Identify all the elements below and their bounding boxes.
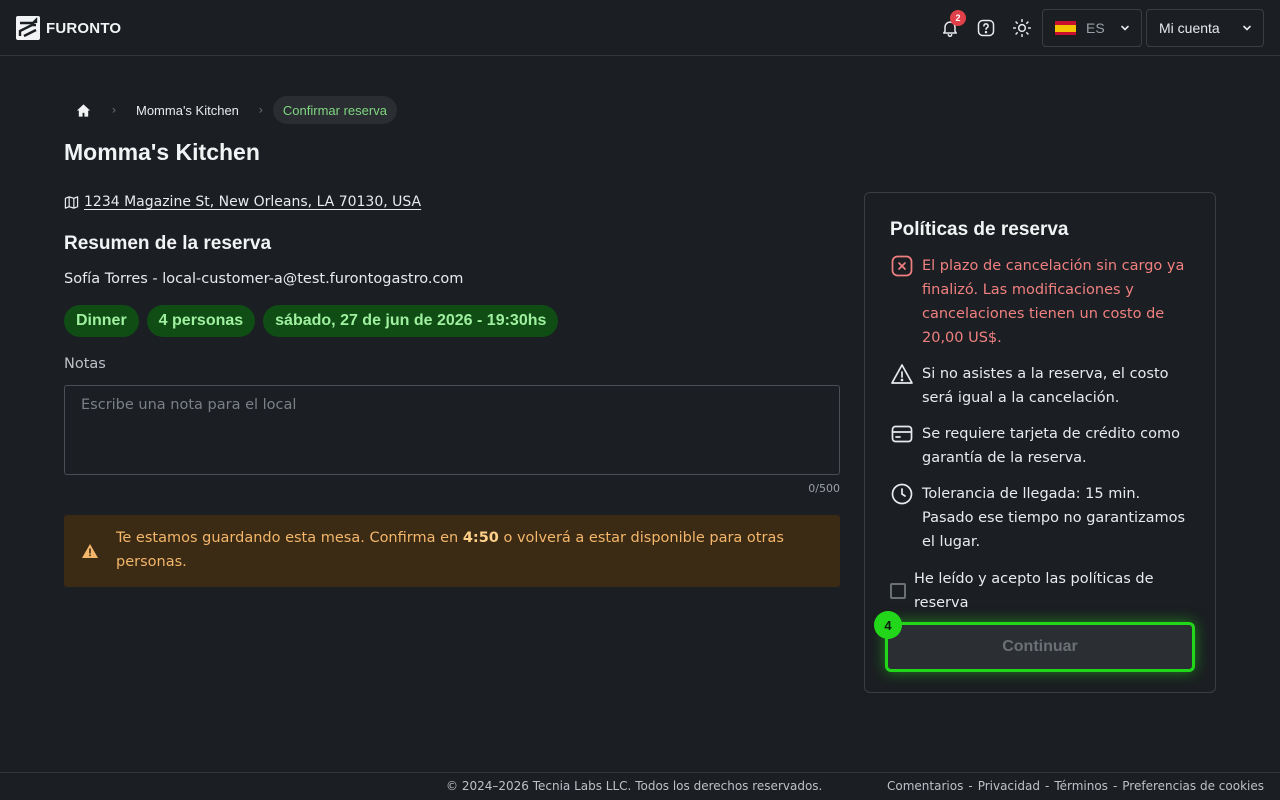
- language-code: ES: [1086, 20, 1105, 36]
- logo[interactable]: FURONTO: [16, 16, 121, 40]
- chevron-down-icon: [1121, 25, 1129, 31]
- logo-text: FURONTO: [46, 19, 122, 37]
- notifications-button[interactable]: 2: [938, 10, 966, 40]
- theme-toggle[interactable]: [1010, 16, 1034, 40]
- warning-icon: [891, 364, 913, 384]
- clock-icon: [891, 483, 913, 505]
- chip-party-size: 4 personas: [146, 305, 256, 337]
- credit-card-icon: [891, 425, 913, 443]
- policy-text: Si no asistes a la reserva, el costo ser…: [922, 366, 1169, 406]
- accept-policies[interactable]: He leído y acepto las políticas de reser…: [890, 567, 1184, 615]
- summary-title: Resumen de la reserva: [64, 233, 272, 254]
- breadcrumb-separator: ›: [111, 103, 117, 117]
- policy-arrival-tolerance: Tolerancia de llegada: 15 min. Pasado es…: [890, 482, 1188, 554]
- help-icon: [977, 19, 995, 37]
- account-menu-button[interactable]: Mi cuenta: [1146, 9, 1264, 47]
- reservation-chips: Dinner 4 personas sábado, 27 de jun de 2…: [64, 305, 559, 337]
- footer-separator: -: [1112, 779, 1118, 793]
- hold-timer-alert: Te estamos guardando esta mesa. Confirma…: [64, 515, 840, 587]
- footer-link-terms[interactable]: Términos: [1054, 779, 1108, 793]
- breadcrumb: › Momma's Kitchen › Confirmar reserva: [64, 96, 397, 124]
- policy-no-show: Si no asistes a la reserva, el costo ser…: [890, 362, 1188, 410]
- countdown: 4:50: [462, 530, 499, 546]
- policy-text: Tolerancia de llegada: 15 min. Pasado es…: [922, 486, 1186, 550]
- address-link[interactable]: 1234 Magazine St, New Orleans, LA 70130,…: [84, 194, 421, 210]
- accept-checkbox[interactable]: [890, 583, 906, 599]
- spain-flag-icon: [1055, 21, 1076, 35]
- copyright: © 2024–2026 Tecnia Labs LLC. Todos los d…: [446, 779, 823, 793]
- breadcrumb-home[interactable]: [64, 96, 102, 124]
- policy-credit-card: Se requiere tarjeta de crédito como gara…: [890, 422, 1188, 470]
- footer-link-cookies[interactable]: Preferencias de cookies: [1122, 779, 1264, 793]
- footer: © 2024–2026 Tecnia Labs LLC. Todos los d…: [0, 772, 1280, 800]
- notes-input[interactable]: [64, 385, 840, 475]
- notes-label: Notas: [64, 356, 106, 372]
- footer-separator: -: [968, 779, 973, 793]
- page-title: Momma's Kitchen: [64, 139, 260, 165]
- policies-card: Políticas de reserva El plazo de cancela…: [864, 192, 1216, 693]
- map-icon: [64, 195, 79, 209]
- x-circle-icon: [891, 255, 913, 277]
- footer-link-privacy[interactable]: Privacidad: [978, 779, 1040, 793]
- step-badge: 4: [874, 611, 902, 639]
- sun-icon: [1012, 18, 1032, 38]
- policy-text: El plazo de cancelación sin cargo ya fin…: [922, 258, 1185, 346]
- breadcrumb-current: Confirmar reserva: [272, 96, 397, 124]
- logo-icon: [16, 16, 40, 40]
- policy-text: Se requiere tarjeta de crédito como gara…: [922, 426, 1180, 466]
- chip-service: Dinner: [64, 305, 139, 337]
- warning-icon: [82, 544, 98, 558]
- accept-label[interactable]: He leído y acepto las políticas de reser…: [914, 567, 1184, 615]
- notes-counter: 0/500: [808, 482, 840, 495]
- notification-badge: 2: [950, 10, 966, 26]
- account-label: Mi cuenta: [1159, 20, 1220, 36]
- chevron-down-icon: [1243, 25, 1251, 31]
- home-icon: [76, 103, 90, 117]
- continue-button[interactable]: Continuar: [885, 622, 1195, 672]
- alert-text: Te estamos guardando esta mesa. Confirma…: [116, 526, 828, 574]
- chip-datetime: sábado, 27 de jun de 2026 - 19:30hs: [263, 305, 559, 337]
- language-selector[interactable]: ES: [1042, 9, 1142, 47]
- breadcrumb-separator: ›: [258, 103, 264, 117]
- alert-text-before: Te estamos guardando esta mesa. Confirma…: [116, 530, 463, 546]
- breadcrumb-item-restaurant[interactable]: Momma's Kitchen: [126, 103, 249, 118]
- customer-info: Sofía Torres - local-customer-a@test.fur…: [64, 271, 464, 287]
- help-button[interactable]: [974, 16, 998, 40]
- policies-title: Políticas de reserva: [890, 219, 1069, 240]
- footer-separator: -: [1044, 779, 1050, 793]
- address: 1234 Magazine St, New Orleans, LA 70130,…: [64, 194, 421, 210]
- footer-link-feedback[interactable]: Comentarios: [887, 779, 963, 793]
- top-header: FURONTO 2 ES Mi cuenta: [0, 0, 1280, 56]
- policy-cancellation: El plazo de cancelación sin cargo ya fin…: [890, 254, 1188, 350]
- footer-links: Comentarios - Privacidad - Términos - Pr…: [887, 779, 1264, 793]
